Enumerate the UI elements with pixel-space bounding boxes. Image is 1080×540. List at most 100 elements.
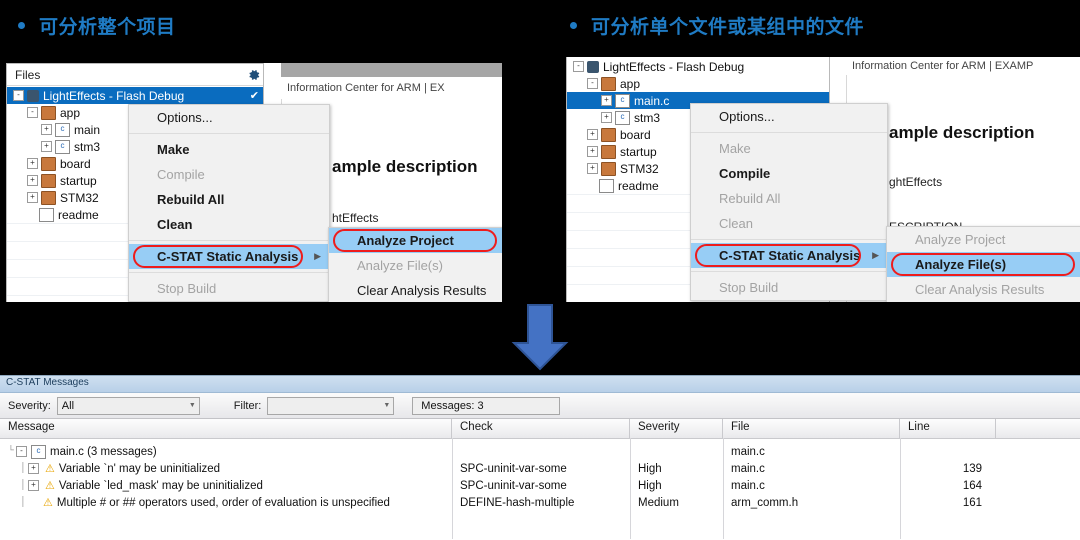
context-submenu[interactable]: Analyze Project Analyze File(s) Clear Anal… <box>328 227 502 302</box>
cell-line: 161 <box>962 496 982 509</box>
collapse-toggle-icon[interactable]: - <box>13 90 24 101</box>
heading-right-text: 可分析单个文件或某组中的文件 <box>591 17 865 38</box>
column-header-check[interactable]: Check <box>452 419 630 438</box>
expand-toggle-icon[interactable]: + <box>27 175 38 186</box>
menu-item[interactable]: Analyze Project <box>329 228 502 253</box>
project-icon <box>587 60 599 73</box>
doc-text: ghtEffects <box>889 175 943 189</box>
cell-severity: High <box>638 479 662 492</box>
cell-message[interactable]: │ + ⚠ Variable `n' may be uninitialized <box>0 462 452 476</box>
messages-count: Messages: 3 <box>412 396 561 415</box>
warning-icon: ⚠ <box>45 463 55 475</box>
cell-check: DEFINE-hash-multiple <box>460 496 575 509</box>
context-menu[interactable]: Options... Make Compile Rebuild All Clean C-S… <box>690 103 888 301</box>
menu-item: Stop Build <box>129 276 329 301</box>
tab-information-center[interactable]: Information Center for ARM | EX <box>287 82 445 94</box>
expand-toggle-icon[interactable]: + <box>41 124 52 135</box>
tree-item[interactable]: - LightEffects - Flash Debug ✔ <box>567 58 829 75</box>
menu-item[interactable]: C-STAT Static Analysis ▶ <box>691 243 887 268</box>
column-header-message[interactable]: Message <box>0 419 452 438</box>
tree-item-label: app <box>620 76 641 91</box>
screenshot-analyze-files: Information Center for ARM | EXAMP ample… <box>566 57 1080 302</box>
menu-item[interactable]: C-STAT Static Analysis ▶ <box>129 244 329 269</box>
grid-body[interactable]: └-main.c (3 messages)main.c │+⚠Variable … <box>0 439 1080 511</box>
menu-item[interactable]: Make <box>129 137 329 162</box>
gear-icon[interactable] <box>247 68 261 82</box>
menu-item-label: Clean <box>719 216 753 231</box>
expand-toggle-icon[interactable]: + <box>587 163 598 174</box>
folder-icon <box>601 161 616 176</box>
cell-line: 139 <box>962 462 982 475</box>
collapse-toggle-icon[interactable]: - <box>16 446 28 457</box>
expand-toggle-icon[interactable]: + <box>28 463 40 474</box>
editor-tabstrip[interactable]: Information Center for ARM | EXAMP <box>846 57 1080 76</box>
menu-item[interactable]: Compile <box>691 161 887 186</box>
cell-message[interactable]: │ ⚠ Multiple # or ## operators used, order… <box>0 496 452 510</box>
ide-toolbar <box>281 63 502 77</box>
table-row[interactable]: │ + ⚠ Variable `n' may be uninitialized SPC-… <box>0 460 1080 477</box>
tree-item-label: startup <box>60 173 97 188</box>
tree-line: │ <box>8 463 27 474</box>
menu-item[interactable]: Analyze File(s) <box>887 252 1080 277</box>
tree-line: │ <box>8 480 27 491</box>
column-header-line[interactable]: Line <box>900 419 996 438</box>
tree-item[interactable]: - LightEffects - Flash Debug ✔ <box>7 87 263 104</box>
expand-toggle-icon[interactable]: + <box>27 192 38 203</box>
folder-icon <box>41 105 56 120</box>
cell-message[interactable]: └- main.c (3 messages) <box>0 444 452 459</box>
expand-toggle-icon[interactable]: + <box>41 141 52 152</box>
menu-separator <box>691 132 887 133</box>
heading-right: 可分析单个文件或某组中的文件 <box>570 12 864 39</box>
tree-item[interactable]: - app <box>567 75 829 92</box>
context-menu[interactable]: Options... Make Compile Rebuild All Clean C-S… <box>128 104 330 302</box>
expand-toggle-icon[interactable]: + <box>27 158 38 169</box>
menu-item-label: Analyze Project <box>357 233 454 248</box>
menu-item[interactable]: Options... <box>129 105 329 130</box>
cell-file: main.c <box>731 479 765 492</box>
tree-line: └ <box>8 446 15 457</box>
menu-item[interactable]: Clean <box>129 212 329 237</box>
message-text: Multiple # or ## operators used, order o… <box>56 496 390 509</box>
menu-item[interactable]: Clear Analysis Results <box>329 278 502 302</box>
c-file-icon <box>615 110 630 125</box>
expand-toggle-icon[interactable]: + <box>28 480 40 491</box>
chevron-down-icon: ▼ <box>188 402 196 409</box>
expand-toggle-icon[interactable]: + <box>587 146 598 157</box>
menu-item: Stop Build <box>691 275 887 300</box>
cell-check: SPC-uninit-var-some <box>460 462 567 475</box>
severity-select[interactable]: All ▼ <box>56 396 200 415</box>
collapse-toggle-icon[interactable]: - <box>587 78 598 89</box>
context-submenu[interactable]: Analyze Project Analyze File(s) Clear Anal… <box>886 226 1080 302</box>
table-row[interactable]: └- main.c (3 messages) main.c <box>0 443 1080 460</box>
tree-item-label: startup <box>620 144 657 159</box>
menu-item-label: Clean <box>157 217 193 232</box>
menu-item[interactable]: Rebuild All <box>129 187 329 212</box>
tree-item-label: board <box>60 156 91 171</box>
filter-select[interactable]: ▼ <box>267 396 395 415</box>
column-header-file[interactable]: File <box>723 419 900 438</box>
menu-item-label: Stop Build <box>157 281 217 296</box>
cell-message[interactable]: │ + ⚠ Variable `led_mask' may be uninitiali… <box>0 479 452 493</box>
doc-icon <box>39 207 54 222</box>
menu-item: Analyze Project <box>887 227 1080 252</box>
tab-information-center[interactable]: Information Center for ARM | EXAMP <box>852 60 1033 72</box>
collapse-toggle-icon[interactable]: - <box>27 107 38 118</box>
table-row[interactable]: │ ⚠ Multiple # or ## operators used, order… <box>0 494 1080 511</box>
menu-item[interactable]: Options... <box>691 104 887 129</box>
expand-toggle-icon[interactable]: + <box>601 112 612 123</box>
menu-item: Analyze File(s) <box>329 253 502 278</box>
doc-text: htEffects <box>332 211 379 225</box>
expand-toggle-icon[interactable]: + <box>587 129 598 140</box>
column-header-severity[interactable]: Severity <box>630 419 723 438</box>
expand-toggle-icon[interactable]: + <box>601 95 612 106</box>
cell-check: SPC-uninit-var-some <box>460 479 567 492</box>
c-file-icon <box>55 122 70 137</box>
collapse-toggle-icon[interactable]: - <box>573 61 584 72</box>
editor-tabstrip[interactable]: Information Center for ARM | EX <box>281 77 502 100</box>
folder-icon <box>41 190 56 205</box>
checkmark-icon: ✔ <box>815 61 825 73</box>
folder-icon <box>601 76 616 91</box>
table-row[interactable]: │ + ⚠ Variable `led_mask' may be uninitiali… <box>0 477 1080 494</box>
messages-grid[interactable]: MessageCheckSeverityFileLine └- main.c (3… <box>0 419 1080 539</box>
bullet-icon <box>18 22 25 29</box>
